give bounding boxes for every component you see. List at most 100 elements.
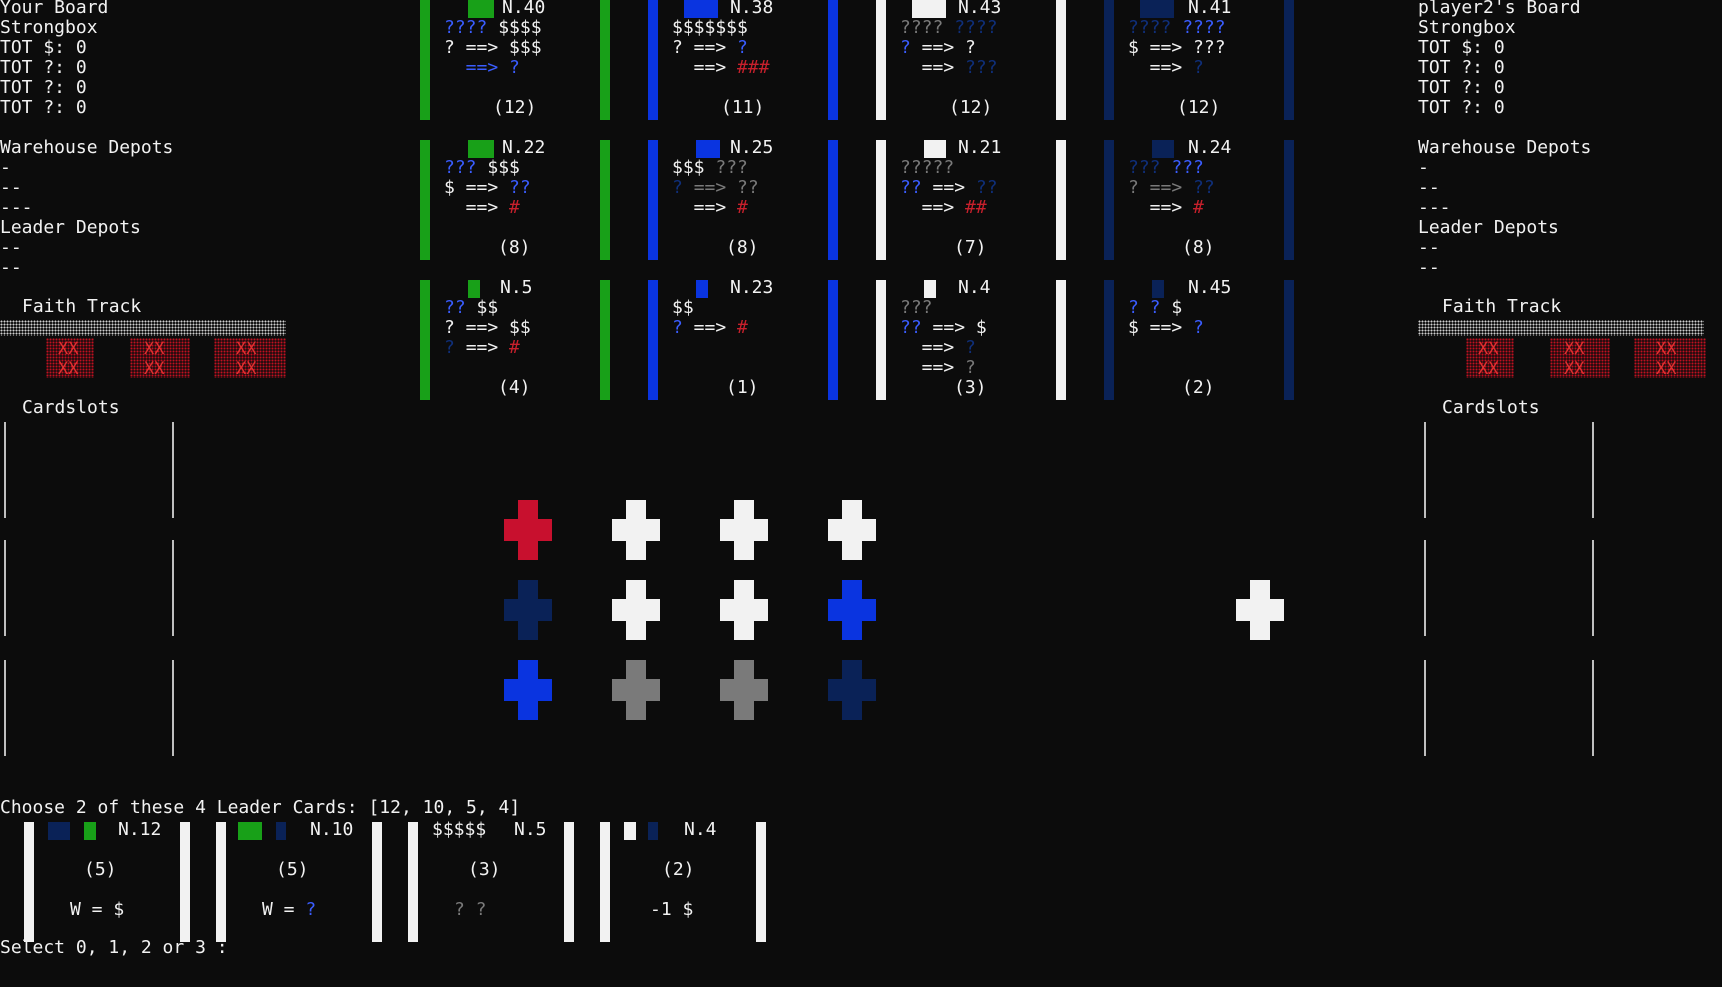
- card-production-in: $ ==>: [1128, 317, 1194, 338]
- board-title: player2's Board: [1418, 0, 1581, 18]
- card-victory-points: (12): [949, 97, 993, 118]
- marble-blue[interactable]: [828, 580, 876, 640]
- leader-id: N.12: [118, 819, 162, 840]
- card-cost-shield: ????: [954, 17, 998, 38]
- leader-prompt: Choose 2 of these 4 Leader Cards: [12, 1…: [0, 797, 521, 818]
- card-production-out: ==> $: [921, 317, 987, 338]
- marble-white[interactable]: [612, 580, 660, 640]
- leader-victory-points: (3): [468, 859, 501, 880]
- card-victory-points: (8): [1182, 237, 1215, 258]
- requirement-green-card: [238, 822, 262, 840]
- card-production-out: ??: [1193, 177, 1215, 198]
- card-production-in: ? ==>: [1128, 177, 1194, 198]
- pope-tile-3: XX: [1656, 339, 1677, 359]
- card-id: N.43: [958, 0, 1002, 18]
- pope-tile-1b: XX: [58, 359, 79, 379]
- card-cost-servant: ? ?: [1128, 297, 1172, 318]
- faith-track: [1418, 320, 1704, 336]
- leader-id: N.4: [684, 819, 717, 840]
- card-cost-coin: $$$$: [487, 17, 542, 38]
- card-victory-points: (8): [498, 237, 531, 258]
- marble-white[interactable]: [828, 500, 876, 560]
- pope-tile-2: XX: [1564, 339, 1585, 359]
- card-cost: $$$$$$$: [672, 17, 748, 38]
- marble-blue[interactable]: [504, 660, 552, 720]
- card-id: N.41: [1188, 0, 1232, 18]
- card-color-swatch: [696, 140, 720, 158]
- leader-depots-label: Leader Depots: [1418, 217, 1559, 238]
- card-production-out: ?: [1193, 317, 1204, 338]
- leader-ability-resource: ?: [305, 899, 317, 920]
- card-production-in-2: ?: [444, 337, 466, 358]
- cardslots-label: Cardslots: [22, 397, 120, 418]
- card-production-out: ??: [509, 177, 531, 198]
- card-color-swatch: [924, 140, 946, 158]
- leader-depot-1: --: [0, 237, 22, 258]
- card-color-swatch: [468, 0, 494, 18]
- card-production-out: ??: [975, 177, 998, 198]
- leader-ability: W =: [262, 899, 306, 920]
- faith-track-label: Faith Track: [1442, 296, 1562, 317]
- leader-ability: ? ?: [454, 899, 487, 920]
- extra-marble-white[interactable]: [1236, 580, 1284, 640]
- card-cost-servant: ???: [1160, 157, 1204, 178]
- marble-navy[interactable]: [504, 580, 552, 640]
- leader-depot-2: --: [1418, 257, 1440, 278]
- card-color-swatch: [924, 280, 936, 298]
- card-cost-stone: ?????: [900, 157, 955, 178]
- warehouse-depot-1: -: [0, 157, 11, 178]
- marble-white[interactable]: [720, 580, 768, 640]
- card-cost-servant: ???: [444, 157, 477, 178]
- total-shield: TOT ?: 0: [1418, 97, 1505, 118]
- warehouse-depot-2: --: [1418, 177, 1440, 198]
- pope-tile-1b: XX: [1478, 359, 1499, 379]
- card-id: N.25: [730, 137, 774, 158]
- total-servant: TOT ?: 0: [0, 57, 87, 78]
- marble-gray[interactable]: [720, 660, 768, 720]
- card-cost-servant: ??: [444, 297, 466, 318]
- card-id: N.23: [730, 277, 774, 298]
- warehouse-label: Warehouse Depots: [0, 137, 174, 158]
- card-color-swatch: [1152, 280, 1164, 298]
- card-production-faith: #: [737, 197, 748, 218]
- leader-depots-label: Leader Depots: [0, 217, 141, 238]
- card-color-swatch: [468, 140, 494, 158]
- requirement-green-card: [84, 822, 96, 840]
- card-production-arrow: ==>: [682, 317, 738, 338]
- card-production-arrow: ==>: [672, 57, 738, 78]
- card-production-arrow: ==>: [1128, 57, 1194, 78]
- warehouse-depot-3: ---: [1418, 197, 1451, 218]
- leader-victory-points: (5): [276, 859, 309, 880]
- card-victory-points: (8): [726, 237, 759, 258]
- marble-navy[interactable]: [828, 660, 876, 720]
- select-prompt: Select 0, 1, 2 or 3 :: [0, 937, 228, 958]
- marble-gray[interactable]: [612, 660, 660, 720]
- marble-white[interactable]: [612, 500, 660, 560]
- card-color-swatch: [1152, 140, 1174, 158]
- leader-requirement: $$$$$: [432, 819, 487, 840]
- marble-red[interactable]: [504, 500, 552, 560]
- card-cost-coin: $: [1171, 297, 1183, 318]
- card-victory-points: (7): [954, 237, 987, 258]
- card-production-faith: ##: [965, 197, 987, 218]
- total-coin: TOT $: 0: [1418, 37, 1505, 58]
- card-production-in: ? ==> $$$: [444, 37, 542, 58]
- card-victory-points: (1): [726, 377, 759, 398]
- leader-victory-points: (2): [662, 859, 695, 880]
- card-cost-stone: ???: [900, 297, 933, 318]
- warehouse-depot-3: ---: [0, 197, 33, 218]
- leader-ability: -1 $: [650, 899, 694, 920]
- card-production-out: ==> ??: [693, 177, 759, 198]
- card-cost-coin: $$: [465, 297, 499, 318]
- faith-track-label: Faith Track: [22, 296, 142, 317]
- card-id: N.45: [1188, 277, 1232, 298]
- card-production-out-3: ?: [965, 357, 976, 378]
- card-cost-shield: ???: [1128, 157, 1161, 178]
- card-color-swatch: [912, 0, 946, 18]
- card-id: N.38: [730, 0, 774, 18]
- card-cost-stone: ???: [704, 157, 748, 178]
- card-color-swatch: [468, 280, 480, 298]
- card-victory-points: (4): [498, 377, 531, 398]
- marble-white[interactable]: [720, 500, 768, 560]
- card-production-in-icon: ?: [737, 37, 748, 58]
